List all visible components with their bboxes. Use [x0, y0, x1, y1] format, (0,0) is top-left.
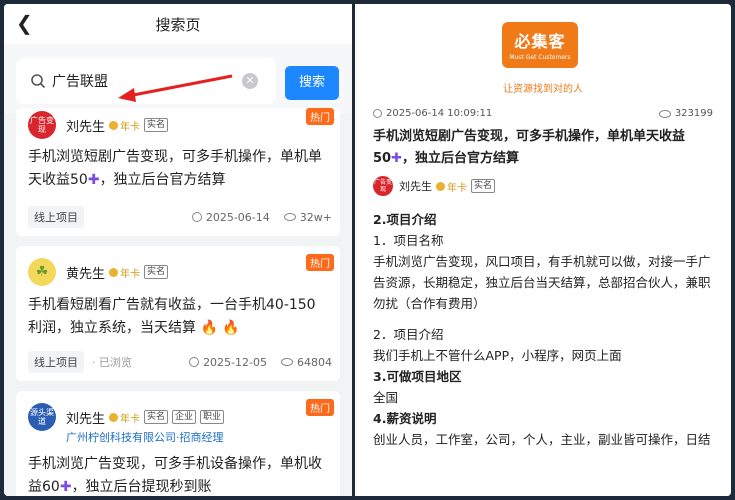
- year-card-badge: 年卡: [109, 118, 140, 133]
- chevron-left-icon[interactable]: ❮: [16, 12, 38, 34]
- page-title: 搜索页: [155, 15, 201, 34]
- verified-tag: 实名: [471, 179, 496, 193]
- top-bar: ❮ 搜索页: [4, 4, 352, 44]
- search-icon: [30, 73, 46, 89]
- eye-icon: [283, 213, 296, 221]
- paragraph: 创业人员，工作室，公司，个人，主业，副业皆可操作，日结: [373, 432, 711, 447]
- date: 2025-12-05: [203, 355, 267, 369]
- post-views: 323199: [674, 108, 713, 119]
- plus-icon: ✚: [59, 479, 72, 495]
- app-frame: ❮ 搜索页 广告联盟 ✕ 搜索 热门 广告变现 刘先生 年卡 实名 手机浏览短剧…: [4, 4, 731, 496]
- author-name: 刘先生: [66, 411, 106, 427]
- avatar[interactable]: 广告变现: [28, 111, 56, 139]
- author-row: 源头渠道 刘先生 年卡 实名 企业 职业: [28, 391, 328, 431]
- section-heading: 4.薪资说明: [373, 411, 437, 426]
- hot-badge: 热门: [306, 399, 334, 416]
- hot-badge: 热门: [306, 108, 334, 125]
- company-name[interactable]: 广州柠创科技有限公司·招商经理: [66, 429, 328, 445]
- browsed-label: · 已浏览: [92, 356, 132, 369]
- search-page: ❮ 搜索页 广告联盟 ✕ 搜索 热门 广告变现 刘先生 年卡 实名 手机浏览短剧…: [4, 4, 352, 496]
- fire-icon: 🔥 🔥: [200, 320, 240, 336]
- post-author: 广告变现 刘先生 年卡 实名: [373, 176, 496, 196]
- crown-icon: [109, 120, 119, 130]
- clock-icon: [189, 357, 200, 367]
- brand-logo: 必集客 Must Get Customers: [502, 22, 578, 68]
- crown-icon: [436, 181, 445, 191]
- author-name: 刘先生: [399, 180, 432, 193]
- avatar[interactable]: ☘: [28, 258, 56, 286]
- detail-page: 必集客 Must Get Customers 让资源找到对的人 2025-06-…: [355, 4, 731, 496]
- clear-icon[interactable]: ✕: [242, 73, 258, 89]
- eye-icon: [658, 109, 671, 118]
- result-list: 热门 广告变现 刘先生 年卡 实名 手机浏览短剧广告变现，可多手机操作，单机单天…: [4, 108, 352, 496]
- meta-row: 线上项目 · 已浏览 2025-12-05 64804: [28, 351, 332, 373]
- category-chip: 线上项目: [28, 351, 84, 373]
- year-card-badge: 年卡: [436, 179, 467, 194]
- section-heading: 3.可做项目地区: [373, 369, 462, 384]
- clock-icon: [373, 109, 382, 118]
- post-title: 手机浏览短剧广告变现，可多手机操作，单机单天收益50✚，独立后台官方结算: [373, 129, 686, 166]
- author-row: ☘ 黄先生 年卡 实名: [28, 246, 328, 286]
- eye-icon: [281, 358, 293, 366]
- list-item[interactable]: 热门 广告变现 刘先生 年卡 实名 手机浏览短剧广告变现，可多手机操作，单机单天…: [16, 108, 340, 236]
- annotation-arrow: [118, 74, 233, 102]
- subheading: 1．项目名称: [373, 233, 444, 248]
- author-name: 刘先生: [66, 119, 106, 135]
- date: 2025-06-14: [205, 210, 270, 224]
- card-text: 手机浏览短剧广告变现，可多手机操作，单机单天收益50✚，独立后台官方结算: [28, 149, 322, 188]
- verified-tag: 实名: [144, 118, 169, 132]
- author-name: 黄先生: [66, 266, 106, 282]
- year-card-badge: 年卡: [109, 410, 140, 425]
- search-value: 广告联盟: [52, 74, 108, 90]
- crown-icon: [109, 412, 119, 422]
- paragraph: 我们手机上不管什么APP，小程序，网页上面: [373, 348, 622, 363]
- plus-icon: ✚: [391, 151, 402, 166]
- avatar[interactable]: 源头渠道: [28, 403, 56, 431]
- post-body: 2.项目介绍 1．项目名称 手机浏览广告变现，风口项目，有手机就可以做，对接一手…: [373, 209, 717, 450]
- company-tag: 企业: [172, 410, 197, 424]
- card-text: 手机看短剧看广告就有收益，一台手机40-150利润，独立系统，当天结算 🔥 🔥: [28, 297, 316, 336]
- plus-icon: ✚: [87, 172, 100, 188]
- search-button[interactable]: 搜索: [285, 66, 339, 100]
- views: 64804: [297, 355, 332, 369]
- section-heading: 2.项目介绍: [373, 212, 437, 227]
- category-chip: 线上项目: [28, 206, 84, 228]
- meta-row: 线上项目 2025-06-14 32w+: [28, 206, 332, 228]
- year-card-badge: 年卡: [109, 265, 140, 280]
- verified-tag: 实名: [144, 265, 169, 279]
- author-row: 广告变现 刘先生 年卡 实名: [28, 108, 328, 139]
- list-item[interactable]: 热门 ☘ 黄先生 年卡 实名 手机看短剧看广告就有收益，一台手机40-150利润…: [16, 246, 340, 381]
- verified-tag: 实名: [144, 410, 169, 424]
- hot-badge: 热门: [306, 254, 334, 271]
- crown-icon: [109, 267, 119, 277]
- list-item[interactable]: 热门 源头渠道 刘先生 年卡 实名 企业 职业 广州柠创科技有限公司·招商经理 …: [16, 391, 340, 496]
- search-row: 广告联盟 ✕ 搜索: [4, 44, 352, 114]
- slogan: 让资源找到对的人: [503, 84, 583, 95]
- card-text: 手机浏览广告变现，可多手机设备操作，单机收益60✚，独立后台提现秒到账: [28, 456, 322, 495]
- views: 32w+: [299, 210, 332, 224]
- avatar[interactable]: 广告变现: [373, 176, 393, 196]
- post-meta: 2025-06-14 10:09:11 323199: [373, 108, 713, 119]
- post-datetime: 2025-06-14 10:09:11: [386, 108, 493, 119]
- clock-icon: [191, 212, 202, 222]
- subheading: 2．项目介绍: [373, 327, 444, 342]
- paragraph: 全国: [373, 390, 399, 405]
- job-tag: 职业: [200, 410, 225, 424]
- paragraph: 手机浏览广告变现，风口项目，有手机就可以做，对接一手广告资源，长期稳定，独立后台…: [373, 254, 711, 311]
